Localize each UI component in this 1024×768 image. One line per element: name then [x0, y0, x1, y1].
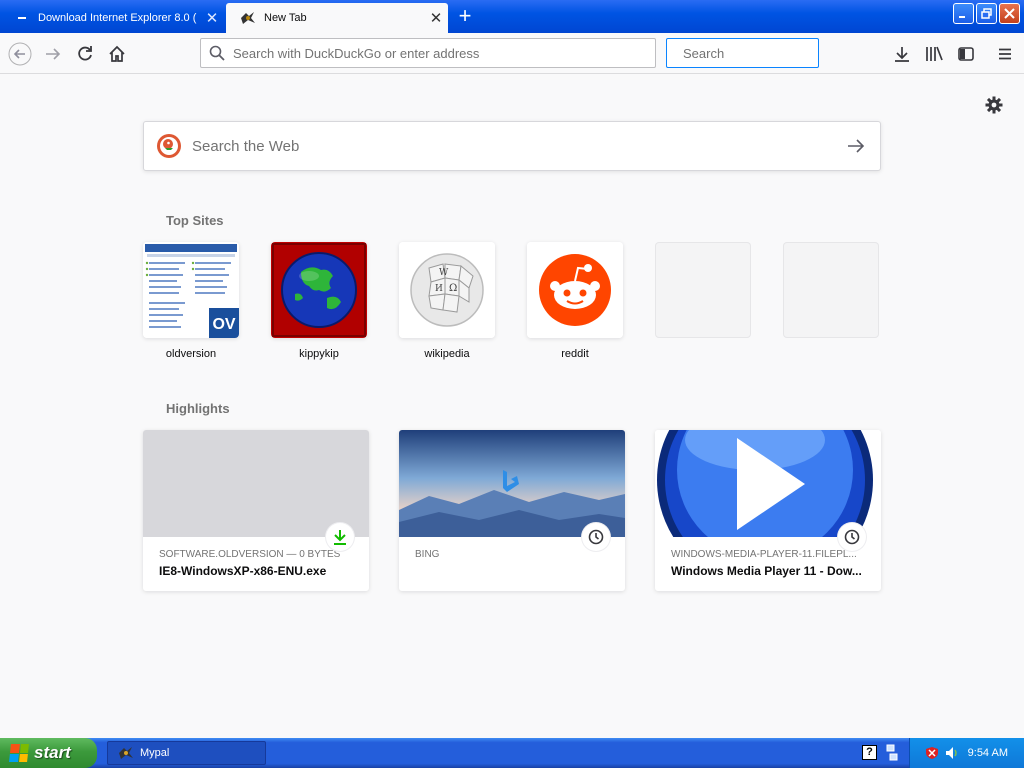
tab-new-tab[interactable]: New Tab ✕	[226, 3, 448, 33]
reload-icon	[78, 46, 92, 61]
taskbar-item-mypal[interactable]: Mypal	[107, 741, 266, 765]
settings-gear-icon[interactable]	[984, 95, 1004, 115]
close-tab-icon[interactable]: ✕	[200, 9, 224, 27]
sidebar-icon	[958, 47, 974, 61]
minimize-button[interactable]	[953, 3, 974, 24]
web-search-box[interactable]	[143, 121, 881, 171]
top-sites-heading: Top Sites	[166, 213, 224, 228]
clock-icon	[582, 523, 610, 551]
library-button[interactable]	[920, 40, 948, 68]
volume-icon[interactable]	[945, 746, 959, 760]
taskbar-item-label: Mypal	[140, 747, 170, 759]
oldversion-thumbnail-icon: OV	[143, 242, 239, 338]
tab-download-ie[interactable]: Download Internet Explorer 8.0 ( ✕	[0, 2, 224, 33]
top-sites-grid: OV oldversion kippykip W Ω И wikipedia r…	[143, 242, 883, 372]
windows-taskbar: start Mypal ? 9:54 AM	[0, 738, 1024, 768]
mypal-favicon-icon	[240, 11, 256, 25]
home-icon	[109, 45, 125, 62]
network-icon[interactable]	[886, 744, 898, 762]
sidebar-button[interactable]	[952, 40, 980, 68]
forward-button[interactable]	[39, 40, 67, 68]
search-input[interactable]	[683, 45, 859, 61]
media-player-thumbnail	[655, 430, 881, 588]
empty-tile	[783, 242, 879, 338]
address-input[interactable]	[233, 45, 655, 61]
reload-button[interactable]	[71, 40, 99, 68]
web-search-input[interactable]	[192, 137, 832, 155]
download-icon	[326, 523, 354, 551]
svg-text:И: И	[435, 284, 443, 294]
search-bar[interactable]	[666, 38, 859, 68]
top-site-label: reddit	[561, 348, 589, 360]
security-shield-icon[interactable]	[925, 746, 939, 760]
windows-flag-icon	[9, 744, 29, 762]
clock-icon	[838, 523, 866, 551]
top-site-label: wikipedia	[424, 348, 470, 360]
highlight-thumbnail	[143, 430, 369, 537]
top-site-empty-slot[interactable]	[655, 242, 753, 348]
top-site-reddit[interactable]: reddit	[527, 242, 625, 360]
top-site-label: oldversion	[165, 348, 217, 360]
duckduckgo-logo-icon	[157, 134, 181, 158]
highlight-source: WINDOWS-MEDIA-PLAYER-11.FILEPL...	[671, 549, 857, 560]
top-site-empty-slot[interactable]	[783, 242, 881, 348]
close-window-button[interactable]	[999, 3, 1020, 24]
download-icon	[895, 47, 909, 62]
arrow-right-icon	[848, 139, 865, 153]
hamburger-menu-icon	[999, 48, 1011, 60]
restore-button[interactable]	[976, 3, 997, 24]
bing-landscape-thumbnail	[399, 430, 625, 537]
start-label: start	[34, 743, 71, 762]
highlight-card[interactable]: BING	[399, 430, 625, 591]
top-site-label: kippykip	[299, 348, 339, 360]
tab-title: New Tab	[264, 12, 307, 24]
highlights-grid: SOFTWARE.OLDVERSION — 0 BYTES IE8-Window…	[143, 430, 883, 595]
svg-text:W: W	[439, 268, 449, 278]
globe-icon	[271, 242, 367, 338]
clock: 9:54 AM	[967, 747, 1008, 759]
highlight-source: SOFTWARE.OLDVERSION — 0 BYTES	[159, 549, 341, 560]
address-bar[interactable]	[200, 38, 656, 68]
search-submit-button[interactable]	[832, 122, 880, 170]
downloads-button[interactable]	[888, 40, 916, 68]
new-tab-button[interactable]: +	[452, 5, 478, 29]
mypal-app-icon	[119, 747, 133, 759]
highlight-title: Windows Media Player 11 - Dow...	[671, 564, 862, 578]
top-site-wikipedia[interactable]: W Ω И wikipedia	[399, 242, 497, 360]
home-button[interactable]	[103, 40, 131, 68]
tab-title: Download Internet Explorer 8.0 (	[38, 11, 197, 24]
svg-text:Ω: Ω	[449, 283, 457, 294]
back-arrow-icon	[8, 42, 32, 66]
navigation-toolbar	[0, 33, 1024, 74]
svg-text:OV: OV	[212, 316, 235, 333]
help-icon[interactable]: ?	[862, 745, 877, 760]
search-icon	[209, 45, 225, 61]
library-icon	[926, 46, 943, 61]
system-tray: 9:54 AM	[909, 738, 1024, 768]
top-site-kippykip[interactable]: kippykip	[271, 242, 369, 360]
menu-button[interactable]	[991, 40, 1019, 68]
forward-arrow-icon	[46, 48, 61, 60]
reddit-alien-icon	[527, 242, 623, 338]
highlight-card[interactable]: WINDOWS-MEDIA-PLAYER-11.FILEPL... Window…	[655, 430, 881, 591]
top-site-oldversion[interactable]: OV oldversion	[143, 242, 241, 360]
highlight-source: BING	[415, 549, 440, 560]
highlight-title: IE8-WindowsXP-x86-ENU.exe	[159, 564, 327, 578]
wikipedia-globe-icon: W Ω И	[399, 242, 495, 338]
ie-favicon-icon	[14, 11, 30, 25]
empty-tile	[655, 242, 751, 338]
window-controls	[953, 3, 1020, 24]
back-button[interactable]	[6, 40, 34, 68]
title-tab-bar: Download Internet Explorer 8.0 ( ✕ New T…	[0, 0, 1024, 33]
new-tab-page: Top Sites	[0, 75, 1024, 738]
highlight-card[interactable]: SOFTWARE.OLDVERSION — 0 BYTES IE8-Window…	[143, 430, 369, 591]
highlights-heading: Highlights	[166, 401, 230, 416]
start-button[interactable]: start	[0, 738, 97, 768]
close-tab-icon[interactable]: ✕	[424, 9, 448, 27]
